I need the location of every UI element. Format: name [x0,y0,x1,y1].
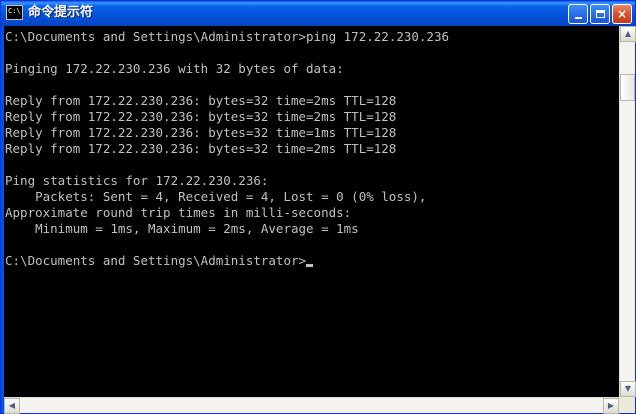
console-app-icon[interactable]: C:\ [6,5,23,20]
vertical-scrollbar[interactable]: ▲ ▼ [619,26,636,397]
console-output[interactable]: C:\Documents and Settings\Administrator>… [4,26,619,397]
minimize-button[interactable] [568,4,588,24]
console-line: Reply from 172.22.230.236: bytes=32 time… [5,125,397,140]
window-title: 命令提示符 [28,5,94,20]
maximize-icon [595,10,605,18]
console-line: Minimum = 1ms, Maximum = 2ms, Average = … [5,221,359,236]
arrow-right-icon: ▶ [607,401,615,410]
scroll-up-button[interactable]: ▲ [620,26,636,42]
arrow-up-icon: ▲ [624,29,632,38]
arrow-down-icon: ▼ [624,384,632,393]
console-line: Pinging 172.22.230.236 with 32 bytes of … [5,61,344,76]
scroll-left-button[interactable]: ◀ [4,398,20,414]
console-line: C:\Documents and Settings\Administrator>… [5,29,450,44]
minimize-icon [574,17,582,19]
maximize-button[interactable] [590,4,610,24]
console-line: Reply from 172.22.230.236: bytes=32 time… [5,141,397,156]
close-icon: × [616,7,628,21]
text-cursor [306,264,314,267]
scrollbar-corner [619,397,635,413]
console-line: Reply from 172.22.230.236: bytes=32 time… [5,93,397,108]
console-line: Reply from 172.22.230.236: bytes=32 time… [5,109,397,124]
vertical-scroll-thumb[interactable] [620,74,635,101]
prompt-text: C:\Documents and Settings\Administrator> [5,253,307,268]
horizontal-scrollbar[interactable]: ◀ ▶ [4,397,619,414]
title-bar[interactable]: C:\ 命令提示符 × [1,1,635,26]
console-line: Approximate round trip times in milli-se… [5,205,352,220]
scroll-right-button[interactable]: ▶ [603,398,619,414]
prompt-line[interactable]: C:\Documents and Settings\Administrator> [5,253,314,269]
console-line: Ping statistics for 172.22.230.236: [5,173,269,188]
console-line: Packets: Sent = 4, Received = 4, Lost = … [5,189,427,204]
arrow-left-icon: ◀ [8,401,16,410]
scroll-down-button[interactable]: ▼ [620,381,636,397]
command-prompt-window: C:\ 命令提示符 × C:\Documents and Settings\Ad… [0,0,636,414]
close-button[interactable]: × [612,4,632,24]
